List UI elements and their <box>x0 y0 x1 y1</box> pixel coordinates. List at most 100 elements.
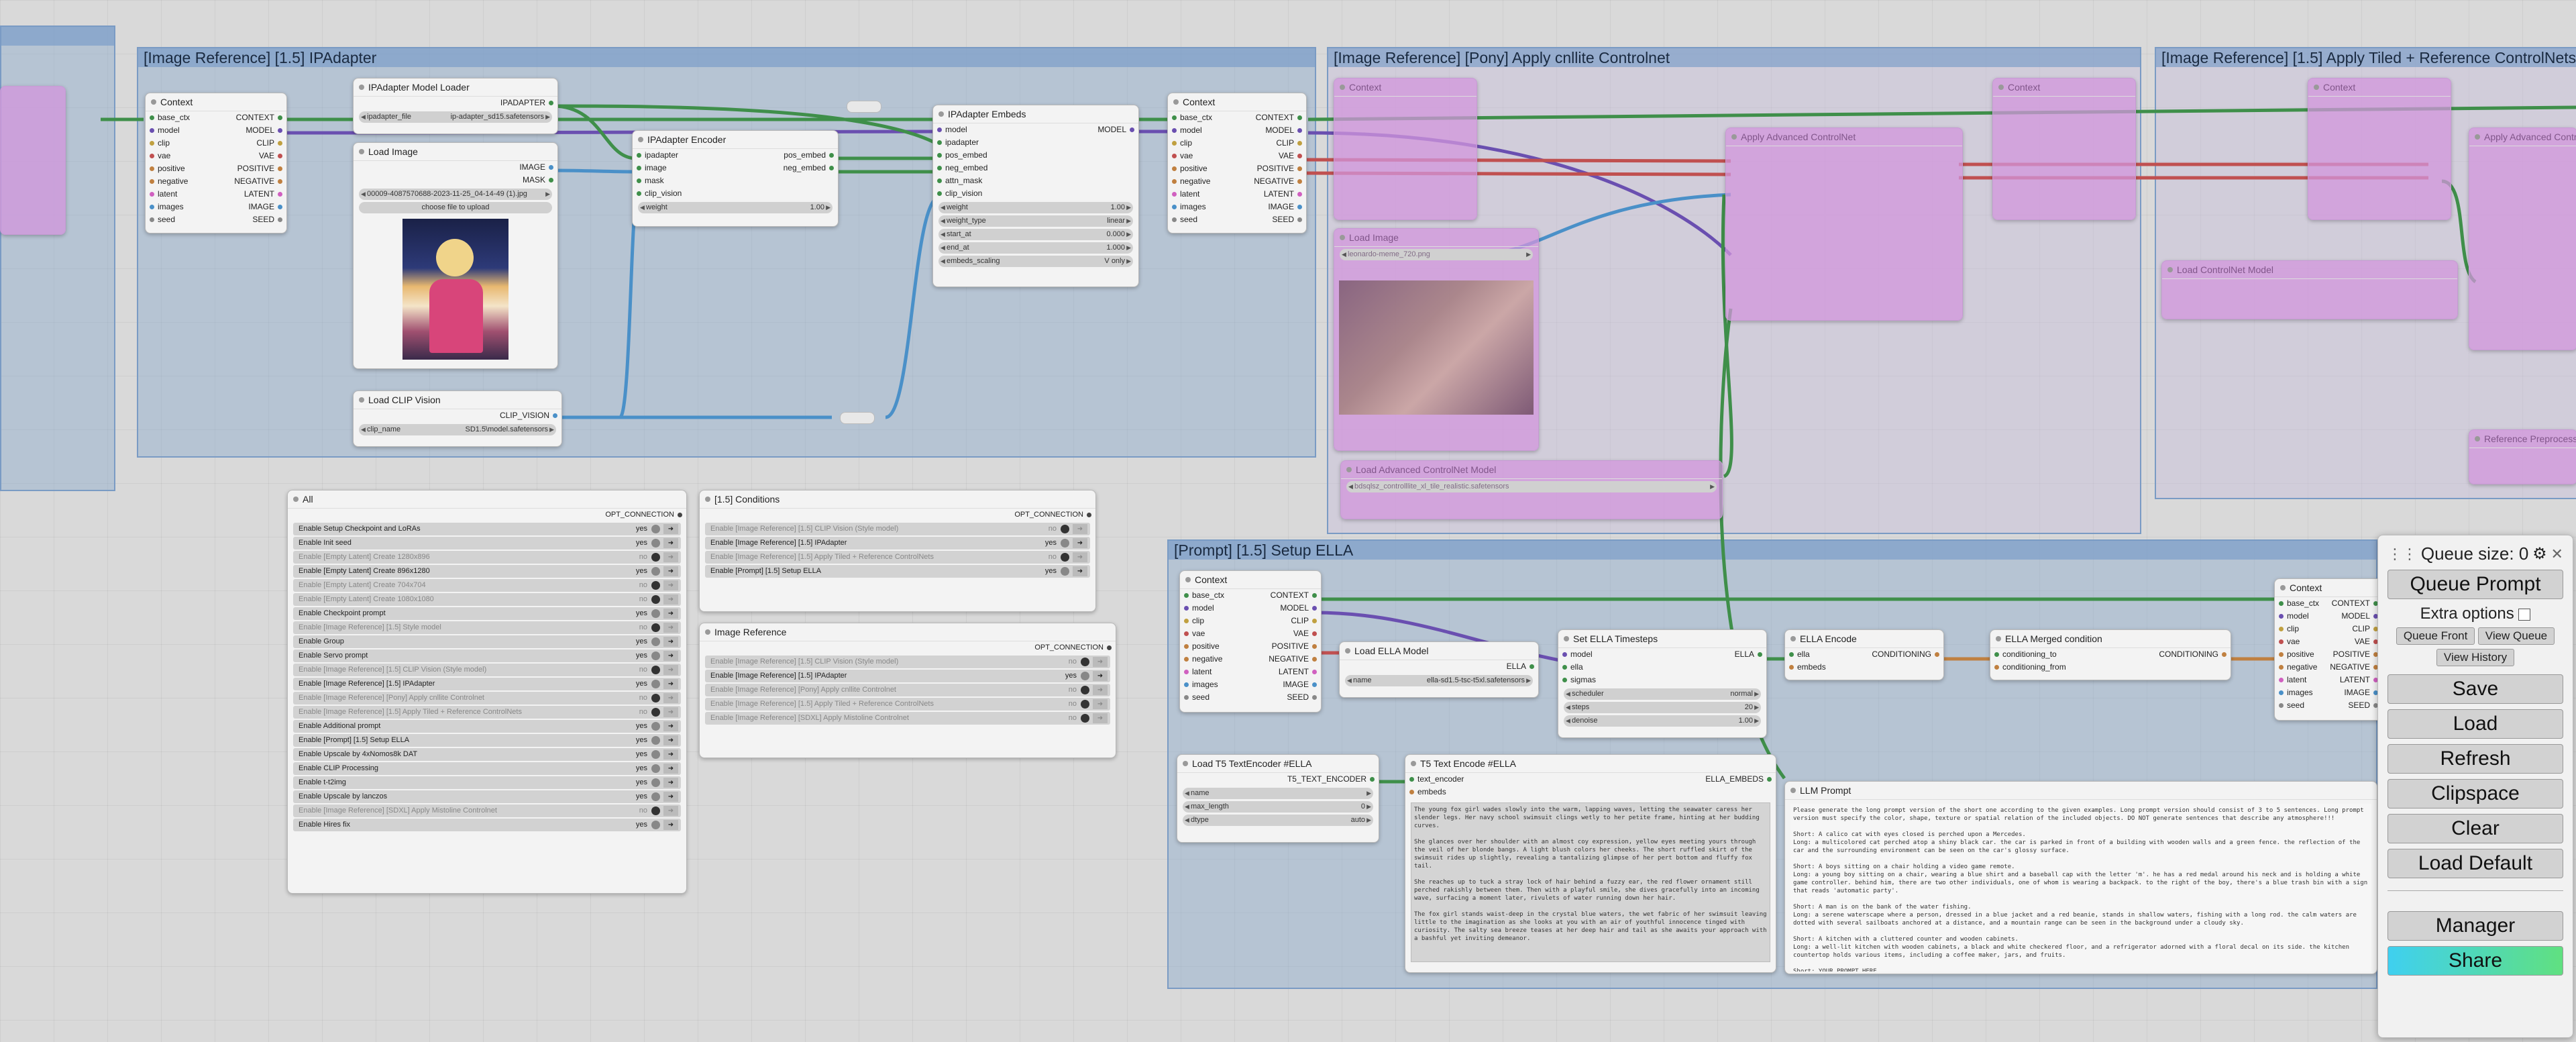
load-clip-vision-node[interactable]: Load CLIP Vision CLIP_VISION clip_name S… <box>353 390 562 447</box>
tiled-reference-node[interactable]: Reference Preprocessor <box>2469 429 2576 484</box>
context-right-slot-input[interactable]: model <box>1168 124 1202 137</box>
all-toggle-row[interactable]: Enable Servo prompt yes ➜ <box>293 649 681 662</box>
all-toggle-row[interactable]: Enable [Image Reference] [1.5] Style mod… <box>293 621 681 634</box>
toggle-switch-icon[interactable] <box>651 595 660 604</box>
embeds-widget[interactable]: weight_typelinear <box>938 215 1133 227</box>
go-to-group-arrow-icon[interactable]: ➜ <box>1093 699 1108 709</box>
toggle-switch-icon[interactable] <box>651 623 660 632</box>
left-muted-context-node[interactable] <box>0 86 66 235</box>
go-to-group-arrow-icon[interactable]: ➜ <box>663 693 678 703</box>
t5-loader-widget[interactable]: dtypeauto <box>1183 815 1373 826</box>
context-right-slot-input[interactable]: base_ctx <box>1168 111 1212 124</box>
go-to-group-arrow-icon[interactable]: ➜ <box>1093 671 1108 681</box>
context-left-slot-output[interactable]: IMAGE <box>248 201 286 213</box>
set-ella-timesteps-node[interactable]: Set ELLA Timesteps model ELLAellasigmas s… <box>1558 629 1767 738</box>
imageref-toggle-row[interactable]: Enable [Image Reference] [SDXL] Apply Mi… <box>705 712 1110 725</box>
encoder-input[interactable]: image <box>633 162 667 174</box>
ella-merged-condition-node[interactable]: ELLA Merged condition conditioning_to CON… <box>1990 629 2231 680</box>
conditions-toggle-row[interactable]: Enable [Image Reference] [1.5] Apply Til… <box>705 551 1090 564</box>
context-right-slot-input[interactable]: negative <box>1168 175 1210 188</box>
embeds-widget[interactable]: end_at1.000 <box>938 242 1133 254</box>
toggle-switch-icon[interactable] <box>651 525 660 533</box>
ella-context2-slot-input[interactable]: images <box>2275 686 2313 699</box>
toggle-switch-icon[interactable] <box>651 764 660 773</box>
load-image-node[interactable]: Load Image IMAGE MASK 00009-4087570688-2… <box>353 142 558 369</box>
go-to-group-arrow-icon[interactable]: ➜ <box>663 665 678 675</box>
encoder-output[interactable] <box>826 187 838 200</box>
go-to-group-arrow-icon[interactable]: ➜ <box>1073 552 1087 562</box>
pony-apply-controlnet-node[interactable]: Apply Advanced ControlNet <box>1725 127 1963 321</box>
go-to-group-arrow-icon[interactable]: ➜ <box>663 637 678 647</box>
go-to-group-arrow-icon[interactable]: ➜ <box>663 721 678 731</box>
clear-button[interactable]: Clear <box>2387 814 2563 843</box>
load-ella-model-node[interactable]: Load ELLA Model ELLA name ella-sd1.5-tsc… <box>1339 641 1539 698</box>
toggle-switch-icon[interactable] <box>1081 672 1089 680</box>
imageref-toggle-row[interactable]: Enable [Image Reference] [Pony] Apply cn… <box>705 684 1110 696</box>
toggle-switch-icon[interactable] <box>1081 714 1089 723</box>
embeds-input[interactable]: attn_mask <box>933 174 1138 187</box>
timesteps-widget[interactable]: schedulernormal <box>1564 688 1761 700</box>
ella-context-slot-output[interactable]: VAE <box>1293 627 1321 640</box>
ella-context2-slot-input[interactable]: clip <box>2275 623 2299 635</box>
go-to-group-arrow-icon[interactable]: ➜ <box>663 792 678 802</box>
all-toggle-row[interactable]: Enable Init seed yes ➜ <box>293 537 681 550</box>
go-to-group-arrow-icon[interactable]: ➜ <box>663 679 678 689</box>
toggle-switch-icon[interactable] <box>1081 658 1089 666</box>
all-toggle-row[interactable]: Enable [Empty Latent] Create 896x1280 yes… <box>293 565 681 578</box>
load-image-mask-output[interactable]: MASK <box>354 174 557 187</box>
ella-context2-slot-output[interactable]: LATENT <box>2340 674 2382 686</box>
encoder-output[interactable]: neg_embed <box>784 162 838 174</box>
manager-button[interactable]: Manager <box>2387 911 2563 941</box>
context-right-slot-output[interactable]: VAE <box>1279 150 1306 162</box>
conditions-toggle-panel[interactable]: [1.5] Conditions OPT_CONNECTION Enable [… <box>699 490 1096 612</box>
toggle-switch-icon[interactable] <box>1061 553 1069 562</box>
queue-prompt-button[interactable]: Queue Prompt <box>2387 570 2563 599</box>
encoder-input[interactable]: mask <box>633 174 664 187</box>
conditions-toggle-row[interactable]: Enable [Prompt] [1.5] Setup ELLA yes ➜ <box>705 565 1090 578</box>
toggle-switch-icon[interactable] <box>1061 567 1069 576</box>
context-right-slot-input[interactable]: vae <box>1168 150 1193 162</box>
ella-model-output[interactable]: ELLA <box>1340 660 1538 673</box>
tiled-context-node[interactable]: Context <box>2308 78 2451 220</box>
go-to-group-arrow-icon[interactable]: ➜ <box>1073 524 1087 534</box>
embeds-model-output[interactable]: MODEL <box>1097 123 1138 136</box>
toggle-switch-icon[interactable] <box>1081 686 1089 694</box>
context-left-slot-input[interactable]: base_ctx <box>146 111 190 124</box>
ipadapter-embeds-node[interactable]: IPAdapter Embeds model MODEL ipadapter pos_… <box>932 105 1139 287</box>
t5-text-encode-node[interactable]: T5 Text Encode #ELLA text_encoder ELLA_E… <box>1405 754 1776 973</box>
t5-prompt-textarea[interactable]: The young fox girl wades slowly into the… <box>1411 802 1770 962</box>
context-left-slot-input[interactable]: seed <box>146 213 175 226</box>
pony-image-widget[interactable]: leonardo-meme_720.png <box>1340 249 1533 260</box>
encoder-input[interactable]: clip_vision <box>633 187 682 200</box>
ella-context-slot-input[interactable]: images <box>1180 678 1218 691</box>
go-to-group-arrow-icon[interactable]: ➜ <box>663 764 678 774</box>
go-to-group-arrow-icon[interactable]: ➜ <box>1073 566 1087 576</box>
conditions-toggle-row[interactable]: Enable [Image Reference] [1.5] CLIP Visi… <box>705 523 1090 535</box>
all-toggle-row[interactable]: Enable [Image Reference] [1.5] Apply Til… <box>293 706 681 719</box>
all-toggle-row[interactable]: Enable Checkpoint prompt yes ➜ <box>293 607 681 620</box>
load-t5-textencoder-node[interactable]: Load T5 TextEncoder #ELLA T5_TEXT_ENCODE… <box>1177 754 1379 843</box>
toggle-switch-icon[interactable] <box>651 567 660 576</box>
context-left-slot-output[interactable]: NEGATIVE <box>234 175 286 188</box>
context-left-slot-output[interactable]: CLIP <box>256 137 286 150</box>
ella-context-slot-output[interactable]: SEED <box>1287 691 1321 704</box>
context-right-slot-input[interactable]: seed <box>1168 213 1197 226</box>
t5-loader-widget[interactable]: max_length0 <box>1183 801 1373 813</box>
clip-vision-output[interactable]: CLIP_VISION <box>354 409 561 422</box>
ella-context2-slot-input[interactable]: base_ctx <box>2275 597 2319 610</box>
pony-load-image-node[interactable]: Load Image leonardo-meme_720.png <box>1334 228 1539 451</box>
toggle-switch-icon[interactable] <box>651 708 660 717</box>
imageref-opt-connection[interactable]: OPT_CONNECTION <box>700 641 1116 654</box>
toggle-switch-icon[interactable] <box>651 778 660 787</box>
reroute-bottom[interactable] <box>840 412 875 424</box>
queue-front-button[interactable]: Queue Front <box>2396 627 2475 645</box>
toggle-switch-icon[interactable] <box>651 553 660 562</box>
context-left-slot-output[interactable]: VAE <box>259 150 286 162</box>
ipadapter-output[interactable]: IPADAPTER <box>354 97 557 109</box>
close-icon[interactable]: ✕ <box>2551 545 2563 563</box>
toggle-switch-icon[interactable] <box>651 806 660 815</box>
go-to-group-arrow-icon[interactable]: ➜ <box>663 524 678 534</box>
all-toggle-row[interactable]: Enable Group yes ➜ <box>293 635 681 648</box>
go-to-group-arrow-icon[interactable]: ➜ <box>663 749 678 760</box>
all-toggle-row[interactable]: Enable [Image Reference] [SDXL] Apply Mi… <box>293 804 681 817</box>
